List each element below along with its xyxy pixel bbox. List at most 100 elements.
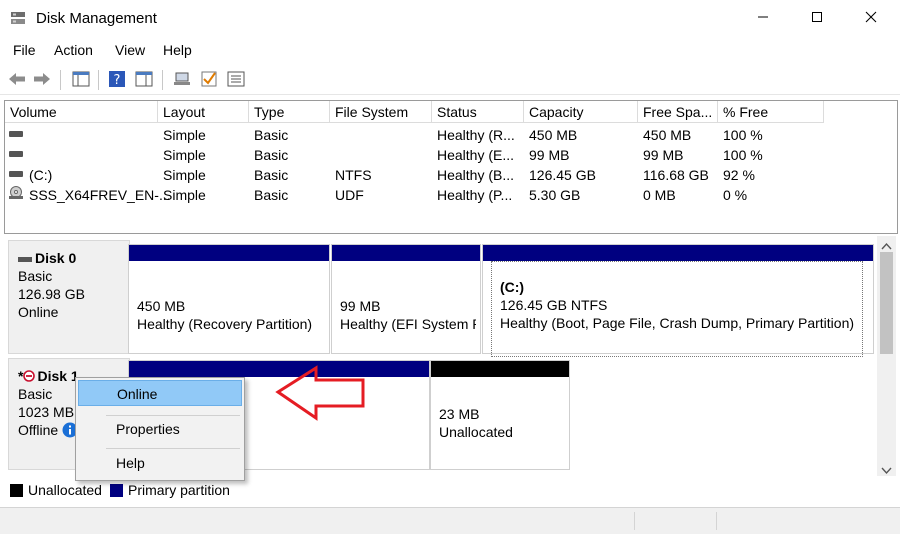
partition-recovery[interactable]: 450 MB Healthy (Recovery Partition) — [128, 244, 330, 354]
menu-view[interactable]: View — [115, 42, 145, 58]
scroll-thumb[interactable] — [880, 252, 893, 354]
context-menu: Online Properties Help — [75, 377, 245, 481]
layout-cell: Simple — [163, 127, 206, 143]
primary-partition-bar — [483, 245, 873, 261]
disk-0-label[interactable]: Disk 0 Basic 126.98 GB Online — [8, 240, 130, 354]
svg-text:?: ? — [114, 73, 121, 88]
offline-disk-icon — [23, 368, 36, 384]
toolbar: ? — [0, 66, 900, 95]
filesystem-cell: NTFS — [335, 167, 372, 183]
disk-1-state: Offline — [18, 422, 59, 438]
legend: Unallocated Primary partition — [4, 480, 896, 502]
minimize-button[interactable] — [740, 0, 786, 38]
legend-primary-swatch — [110, 484, 123, 497]
back-button[interactable] — [6, 69, 28, 91]
toolbar-separator — [60, 70, 61, 90]
settings-list-button[interactable] — [225, 69, 247, 91]
maximize-button[interactable] — [794, 0, 840, 38]
column-header-capacity[interactable]: Capacity — [524, 101, 638, 123]
column-header-percent-free[interactable]: % Free — [718, 101, 824, 123]
filesystem-cell: UDF — [335, 187, 364, 203]
primary-partition-bar — [332, 245, 480, 261]
connect-button[interactable] — [171, 69, 193, 91]
capacity-cell: 126.45 GB — [529, 167, 596, 183]
type-cell: Basic — [254, 167, 289, 183]
legend-unallocated-label: Unallocated — [28, 482, 102, 498]
close-icon — [865, 10, 877, 28]
partition-status: Healthy (EFI System P — [340, 316, 476, 332]
volume-cell: (C:) — [29, 167, 53, 183]
layout-cell: Simple — [163, 147, 206, 163]
forward-button[interactable] — [31, 69, 53, 91]
partition-status: Healthy (Boot, Page File, Crash Dump, Pr… — [500, 315, 855, 331]
disk-0-kind: Basic — [18, 268, 53, 284]
disk-0-size: 126.98 GB — [18, 286, 85, 302]
close-button[interactable] — [848, 0, 894, 38]
menu-help[interactable]: Help — [163, 42, 192, 58]
capacity-cell: 5.30 GB — [529, 187, 581, 203]
status-cell: Healthy (E... — [437, 147, 515, 163]
free-space-cell: 99 MB — [643, 147, 684, 163]
disk-1-name: Disk 1 — [37, 368, 79, 384]
context-menu-help[interactable]: Help — [78, 450, 242, 476]
free-space-cell: 0 MB — [643, 187, 676, 203]
capacity-cell: 450 MB — [529, 127, 578, 143]
forward-arrow-icon — [33, 72, 51, 89]
dvd-drive-icon — [8, 186, 24, 203]
disk-0-name: Disk 0 — [35, 250, 77, 266]
scroll-down-icon[interactable] — [881, 462, 892, 478]
partition-unallocated[interactable]: 23 MB Unallocated — [430, 360, 570, 470]
drive-icon — [9, 131, 23, 137]
legend-unallocated-swatch — [10, 484, 23, 497]
partition-status: Healthy (Recovery Partition) — [137, 316, 313, 332]
disk-management-app-icon — [10, 11, 26, 25]
partition-efi[interactable]: 99 MB Healthy (EFI System P — [331, 244, 481, 354]
partition-c-selection: (C:) 126.45 GB NTFS Healthy (Boot, Page … — [491, 261, 863, 357]
free-space-cell: 116.68 GB — [643, 167, 709, 183]
annotation-arrow — [275, 365, 365, 421]
status-separator — [634, 512, 635, 530]
show-hide-console-tree-button[interactable] — [70, 69, 92, 91]
vertical-scrollbar[interactable] — [877, 236, 896, 476]
column-header-free-space[interactable]: Free Spa... — [638, 101, 718, 123]
help-icon: ? — [108, 70, 126, 91]
help-button[interactable]: ? — [106, 69, 128, 91]
partition-size: 23 MB — [439, 406, 480, 422]
maximize-icon — [811, 10, 823, 28]
window-title: Disk Management — [36, 10, 157, 27]
drive-icon — [9, 151, 23, 157]
layout-cell: Simple — [163, 187, 206, 203]
menu-file[interactable]: File — [13, 42, 36, 58]
type-cell: Basic — [254, 187, 289, 203]
column-header-type[interactable]: Type — [249, 101, 330, 123]
layout-cell: Simple — [163, 167, 206, 183]
column-header-status[interactable]: Status — [432, 101, 524, 123]
toolbar-separator — [98, 70, 99, 90]
capacity-cell: 99 MB — [529, 147, 570, 163]
partition-status: Unallocated — [439, 424, 513, 440]
column-header-volume[interactable]: Volume — [5, 101, 158, 123]
menu-bar: File Action View Help — [0, 40, 900, 62]
menu-action[interactable]: Action — [54, 42, 93, 58]
connect-icon — [173, 71, 191, 90]
context-menu-separator — [106, 448, 240, 449]
column-header-layout[interactable]: Layout — [158, 101, 249, 123]
status-cell: Healthy (R... — [437, 127, 515, 143]
check-button[interactable] — [198, 69, 220, 91]
properties-button[interactable] — [133, 69, 155, 91]
context-menu-online[interactable]: Online — [78, 380, 242, 406]
partition-c-drive[interactable]: (C:) 126.45 GB NTFS Healthy (Boot, Page … — [482, 244, 874, 357]
percent-free-cell: 100 % — [723, 127, 763, 143]
column-header-file-system[interactable]: File System — [330, 101, 432, 123]
context-menu-properties[interactable]: Properties — [78, 416, 242, 442]
unallocated-bar — [431, 361, 569, 377]
disk-icon — [18, 256, 32, 262]
properties-icon — [135, 71, 153, 90]
back-arrow-icon — [8, 72, 26, 89]
status-cell: Healthy (B... — [437, 167, 515, 183]
partition-size: 450 MB — [137, 298, 186, 314]
minimize-icon — [757, 10, 769, 28]
disk-0-state: Online — [18, 304, 59, 320]
volume-cell: SSS_X64FREV_EN-... — [29, 187, 171, 203]
settings-list-icon — [227, 71, 245, 90]
